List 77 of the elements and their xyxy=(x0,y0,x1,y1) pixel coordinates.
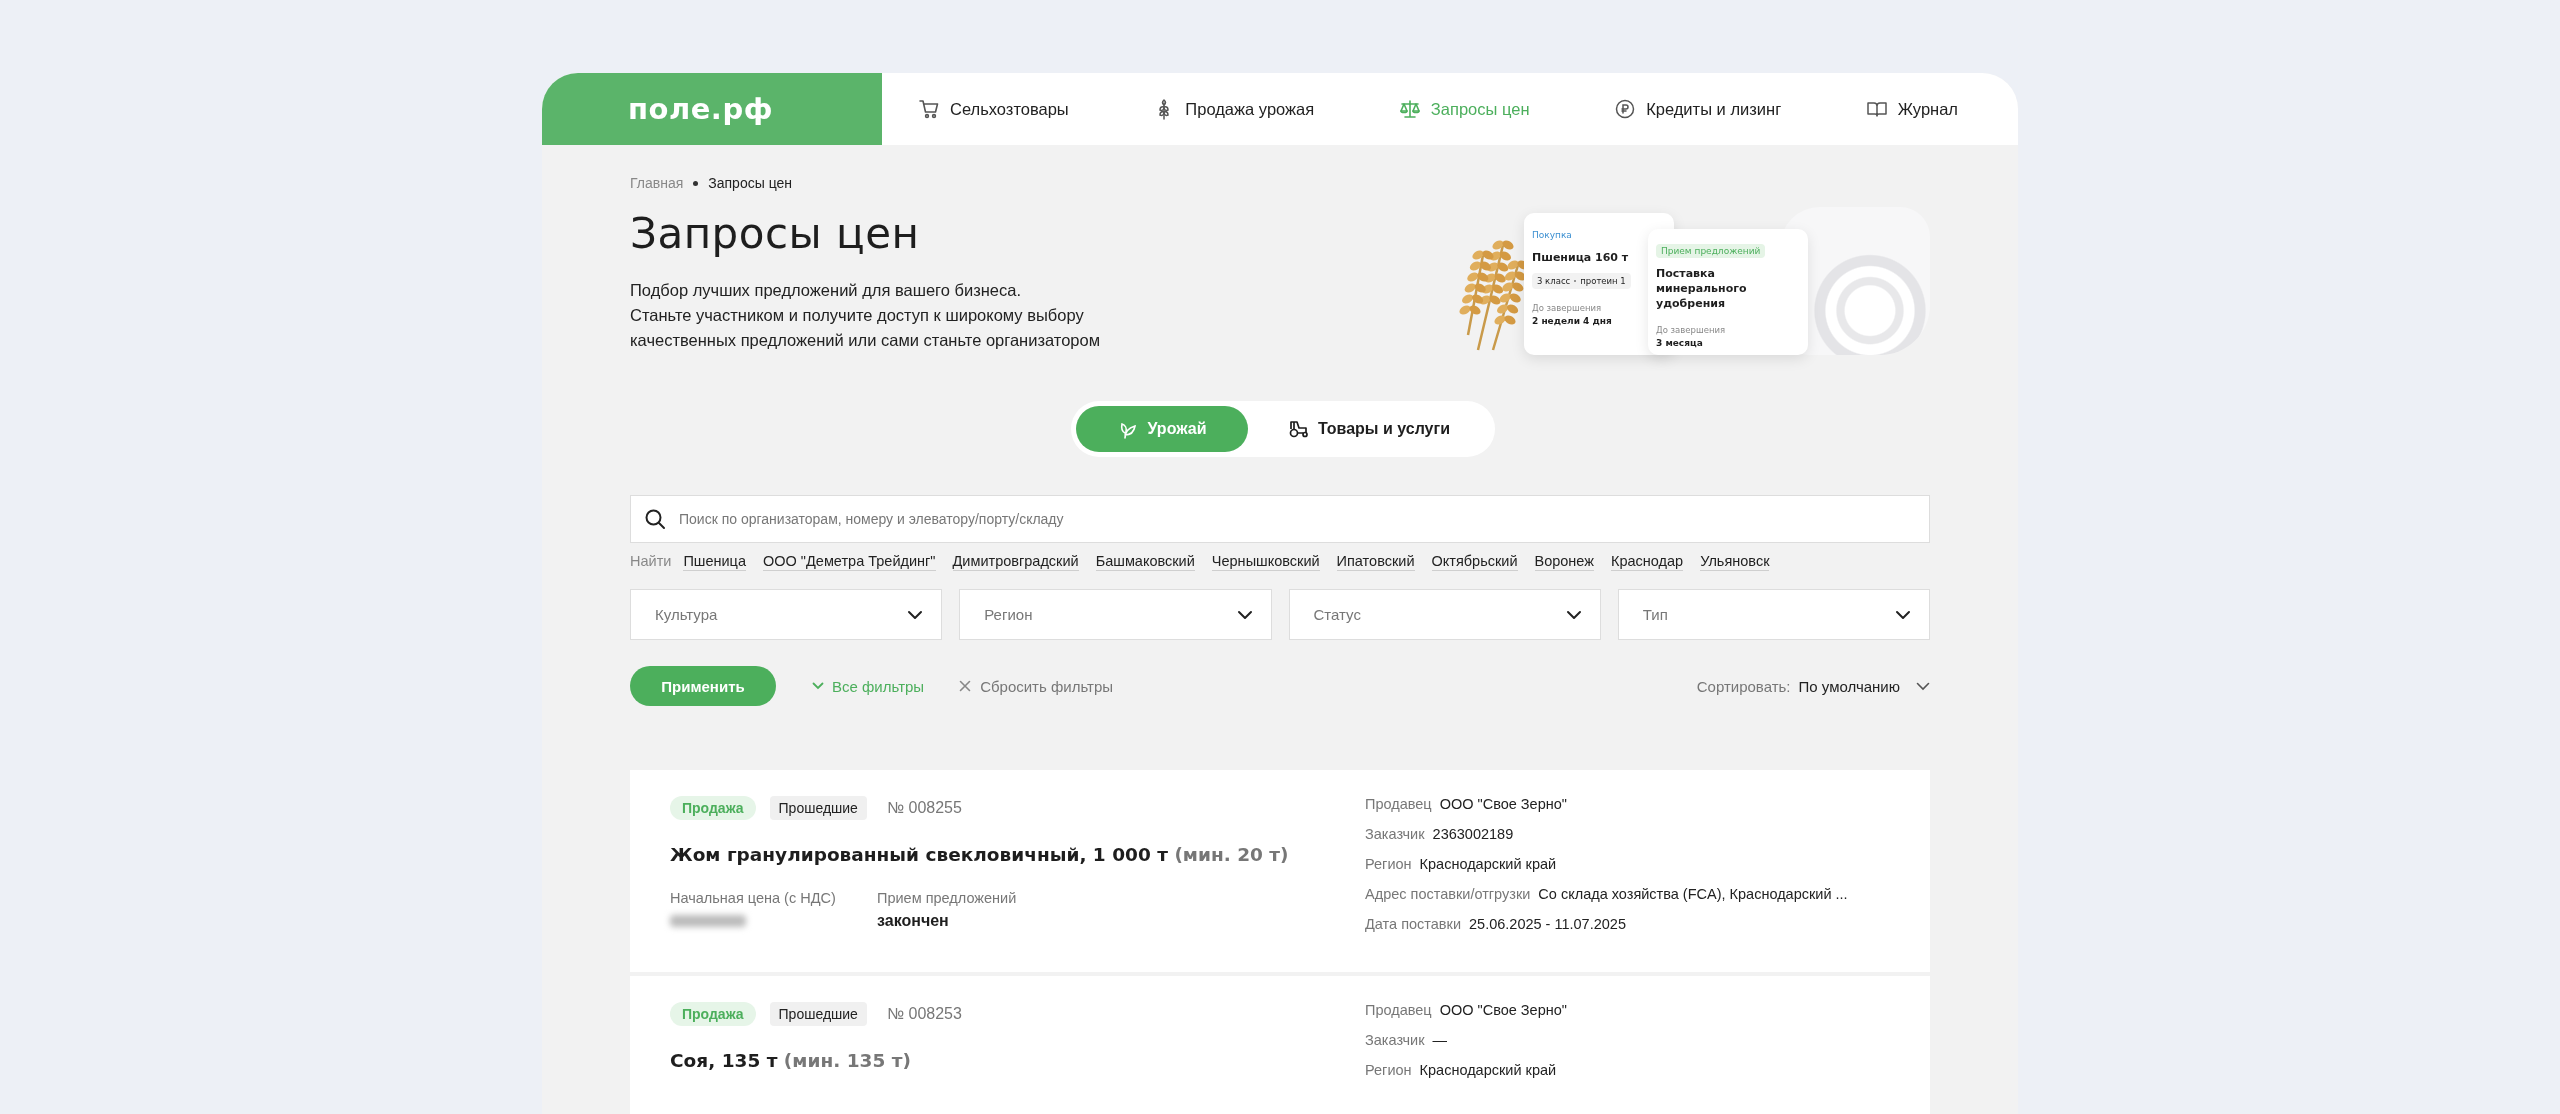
chevron-down-icon xyxy=(812,682,824,690)
request-card[interactable] xyxy=(630,770,1930,972)
quick-search-link[interactable]: Ипатовский xyxy=(1336,553,1415,571)
chevron-down-icon xyxy=(1236,609,1253,620)
request-number: № 008253 xyxy=(886,1005,962,1023)
nav-link[interactable]: Кредиты и лизинг xyxy=(1614,98,1782,120)
type-badge: Продажа xyxy=(670,796,756,820)
preview-value: 2 недели 4 дня xyxy=(1532,316,1613,326)
preview-label: До завершения xyxy=(1656,325,1727,335)
tractor-icon xyxy=(1288,418,1310,440)
scales-icon xyxy=(1398,98,1421,120)
close-icon xyxy=(959,680,972,692)
preview-chip-text: 3 класс xyxy=(1537,276,1571,286)
detail-label: Регион xyxy=(1365,1062,1412,1078)
request-number: № 008255 xyxy=(886,799,962,817)
detail-label: Адрес поставки/отгрузки xyxy=(1365,886,1531,902)
nav-link[interactable]: Журнал xyxy=(1865,98,1958,120)
quick-search-link[interactable]: Башмаковский xyxy=(1095,553,1195,571)
filter-dropdown[interactable]: Регион xyxy=(959,589,1272,640)
detail-value: Со склада хозяйства (FCA), Краснодарский ... xyxy=(1538,886,1848,902)
chevron-down-icon xyxy=(1895,609,1911,620)
quick-search-link[interactable]: Октябрьский xyxy=(1431,553,1518,571)
offers-status: закончен xyxy=(877,912,950,930)
preview-value: 3 месяца xyxy=(1656,338,1704,348)
separator-dot xyxy=(693,180,699,186)
request-title: Соя, 135 т (мин. 135 т) xyxy=(670,1050,912,1071)
sort-label: Сортировать: xyxy=(1696,677,1791,695)
offers-label: Прием предложений xyxy=(877,890,1018,906)
cart-icon xyxy=(918,98,940,120)
preview-title: Поставка минерального удобрения xyxy=(1656,266,1748,311)
type-badge: Продажа xyxy=(670,1002,756,1026)
page-title: Запросы цен xyxy=(630,209,921,258)
ruble-coin-icon xyxy=(1614,98,1637,120)
quick-search-link[interactable]: Пшеница xyxy=(683,553,746,571)
chevron-down-icon xyxy=(1916,681,1930,691)
detail-label: Регион xyxy=(1365,856,1412,872)
status-badge: Прошедшие xyxy=(769,796,867,820)
detail-value: 2363002189 xyxy=(1432,826,1514,842)
filter-dropdown[interactable]: Статус xyxy=(1288,589,1601,640)
detail-value: 25.06.2025 - 11.07.2025 xyxy=(1469,916,1626,932)
detail-value: Краснодарский край xyxy=(1419,1062,1557,1078)
detail-label: Заказчик xyxy=(1365,826,1425,842)
search-icon xyxy=(644,508,666,530)
preview-tag: Покупка xyxy=(1532,230,1572,240)
quick-search-link[interactable]: Димитровградский xyxy=(952,553,1079,571)
detail-value: ООО "Свое Зерно" xyxy=(1439,1002,1567,1018)
quick-search-link[interactable]: Воронеж xyxy=(1534,553,1594,571)
search-field[interactable]: Поиск по организаторам, номеру и элеватору/порту/складу xyxy=(630,495,1930,543)
quick-search-label: Найти xyxy=(630,553,672,569)
detail-label: Продавец xyxy=(1365,1002,1432,1018)
request-card[interactable]: Продажа Прошедшие № 008253 Соя, 135 т (мин. 135 т) Продавец ООО "Свое Зерно" Заказчик — Регион Краснодарский край xyxy=(630,976,1930,1114)
price-label: Начальная цена (с НДС) xyxy=(670,890,837,906)
page-description: Подбор лучших предложений для вашего бизнеса. Станьте участником и получите доступ к широкому выбору качественных предложений или сами станьте организатором xyxy=(630,280,1101,351)
detail-value: Краснодарский край xyxy=(1419,856,1557,872)
reset-filters-link[interactable]: Сбросить фильтры xyxy=(959,677,1114,695)
quick-search-link[interactable]: Чернышковский xyxy=(1211,553,1320,571)
quick-search-link[interactable]: Ульяновск xyxy=(1700,553,1770,571)
request-title: Жом гранулированный свекловичный, 1 000 т (мин. 20 т) xyxy=(670,844,1290,865)
chevron-down-icon xyxy=(1565,609,1582,620)
nav-link[interactable]: Продажа урожая xyxy=(1153,98,1315,120)
quick-search-link[interactable]: Краснодар xyxy=(1611,553,1684,571)
preview-tag: Прием предложений xyxy=(1656,244,1766,258)
detail-value: ООО "Свое Зерно" xyxy=(1439,796,1567,812)
preview-chip-text: протеин 1 xyxy=(1580,276,1626,286)
detail-label: Продавец xyxy=(1365,796,1432,812)
detail-value: — xyxy=(1432,1032,1448,1048)
detail-label: Заказчик xyxy=(1365,1032,1425,1048)
filter-dropdown[interactable]: Тип xyxy=(1617,589,1930,640)
segment-tab[interactable]: Товары и услуги xyxy=(1248,406,1490,452)
nav-link[interactable]: Сельхозтовары xyxy=(918,98,1069,120)
filter-dropdown[interactable]: Культура xyxy=(630,589,943,640)
sort-dropdown[interactable]: По умолчанию xyxy=(1798,677,1930,695)
preview-title: Пшеница 160 т xyxy=(1532,250,1630,265)
quick-search-link[interactable]: ООО "Деметра Трейдинг" xyxy=(763,553,936,571)
detail-label: Дата поставки xyxy=(1365,916,1461,932)
chevron-down-icon xyxy=(907,609,924,620)
status-badge: Прошедшие xyxy=(769,1002,867,1026)
